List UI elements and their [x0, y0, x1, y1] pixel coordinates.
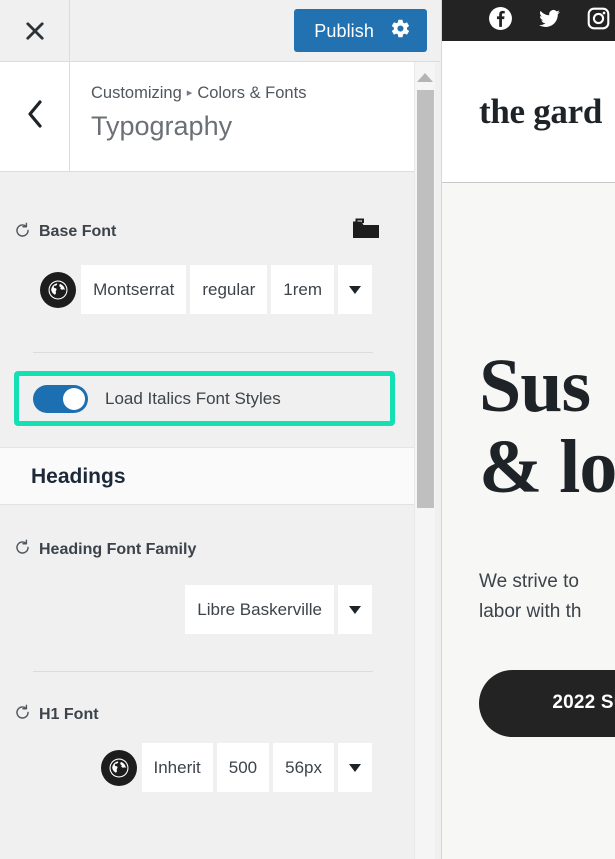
social-links-bar	[442, 0, 615, 41]
twitter-icon[interactable]	[537, 6, 562, 36]
hero-body-line-1: We strive to	[479, 567, 615, 596]
heading-font-family-label-group: Heading Font Family	[14, 539, 196, 560]
hero-body-text: We strive to labor with th	[479, 567, 615, 626]
globe-icon[interactable]	[40, 272, 76, 308]
reset-icon[interactable]	[14, 704, 31, 725]
site-title: the gard	[479, 94, 602, 129]
reset-icon[interactable]	[14, 539, 31, 560]
highlight-box-italics-toggle: Load Italics Font Styles	[14, 371, 395, 426]
h1-font-label-group: H1 Font	[14, 704, 99, 725]
site-preview: the gard Sus & lo We strive to labor wit…	[441, 0, 615, 859]
hero-heading-line-1: Sus	[479, 184, 615, 427]
h1-font-value-row: Inherit 500 56px	[0, 742, 414, 793]
h1-font-size-input[interactable]: 56px	[272, 742, 335, 793]
folder-icon[interactable]	[350, 217, 380, 247]
reset-icon[interactable]	[14, 222, 31, 243]
h1-font-expand-button[interactable]	[337, 742, 373, 793]
chevron-down-icon	[349, 764, 361, 772]
breadcrumb-parent[interactable]: Colors & Fonts	[197, 84, 306, 102]
base-font-size-input[interactable]: 1rem	[270, 264, 335, 315]
subsection-headings-title: Headings	[31, 466, 126, 487]
h1-font-header: H1 Font	[0, 704, 414, 725]
controls-list: Base Font	[0, 173, 414, 859]
base-font-header: Base Font	[0, 217, 414, 247]
customizer-screen: Publish Customizing▸Colors & Fo	[0, 0, 615, 859]
h1-font-family-select[interactable]: Inherit	[141, 742, 214, 793]
base-font-label-group: Base Font	[14, 222, 116, 243]
globe-icon[interactable]	[101, 750, 137, 786]
scrollbar-thumb[interactable]	[417, 90, 434, 508]
base-font-value-row: Montserrat regular 1rem	[0, 264, 414, 315]
breadcrumb: Customizing ▸ Colors & Fonts Typography	[91, 84, 306, 142]
heading-font-family-value-row: Libre Baskerville	[0, 584, 414, 635]
load-italics-toggle-switch[interactable]	[33, 385, 88, 413]
gear-icon[interactable]	[390, 18, 411, 44]
subsection-headings: Headings	[0, 447, 414, 505]
control-base-font: Base Font	[0, 173, 414, 353]
close-icon	[24, 20, 46, 42]
breadcrumb-root[interactable]: Customizing	[91, 84, 182, 102]
scroll-up-arrow-icon	[417, 73, 433, 82]
customizer-panel: Publish Customizing▸Colors & Fo	[0, 0, 440, 859]
publish-button-label: Publish	[314, 22, 374, 40]
page-title: Typography	[91, 110, 306, 142]
base-font-weight-select[interactable]: regular	[189, 264, 268, 315]
heading-font-family-expand-button[interactable]	[337, 584, 373, 635]
breadcrumb-separator-icon: ▸	[187, 87, 193, 100]
chevron-down-icon	[349, 286, 361, 294]
hero-cta-button-label: 2022 Su	[552, 692, 615, 714]
scroll-up-button[interactable]	[415, 66, 435, 88]
publish-button[interactable]: Publish	[294, 9, 427, 52]
hero-cta-button[interactable]: 2022 Su	[479, 670, 615, 737]
heading-font-family-header: Heading Font Family	[0, 539, 414, 560]
close-button[interactable]	[0, 0, 70, 61]
instagram-icon[interactable]	[586, 6, 611, 36]
panel-scrollbar[interactable]	[414, 62, 435, 859]
heading-font-family-label: Heading Font Family	[39, 542, 196, 558]
back-button[interactable]	[0, 62, 70, 171]
toggle-knob	[63, 388, 85, 410]
facebook-icon[interactable]	[488, 6, 513, 36]
divider	[33, 352, 373, 353]
customizer-topbar: Publish	[0, 0, 440, 62]
chevron-down-icon	[349, 606, 361, 614]
base-font-family-select[interactable]: Montserrat	[80, 264, 187, 315]
chevron-left-icon	[25, 99, 45, 134]
hero-heading-line-2: & lo	[479, 427, 615, 508]
load-italics-toggle-label: Load Italics Font Styles	[105, 390, 281, 407]
preview-hero: Sus & lo We strive to labor with th 2022…	[442, 184, 615, 859]
h1-font-weight-select[interactable]: 500	[216, 742, 270, 793]
hero-body-line-2: labor with th	[479, 597, 615, 626]
base-font-expand-button[interactable]	[337, 264, 373, 315]
h1-font-label: H1 Font	[39, 707, 99, 723]
control-heading-font-family: Heading Font Family Libre Baskerville	[0, 505, 414, 672]
heading-font-family-select[interactable]: Libre Baskerville	[184, 584, 335, 635]
panel-header: Customizing ▸ Colors & Fonts Typography	[0, 62, 414, 172]
control-h1-font: H1 Font Inherit 500 56px	[0, 672, 414, 793]
control-load-italics-font-styles[interactable]: Load Italics Font Styles	[19, 376, 390, 421]
base-font-label: Base Font	[39, 224, 116, 240]
preview-site-header: the gard	[442, 41, 615, 183]
